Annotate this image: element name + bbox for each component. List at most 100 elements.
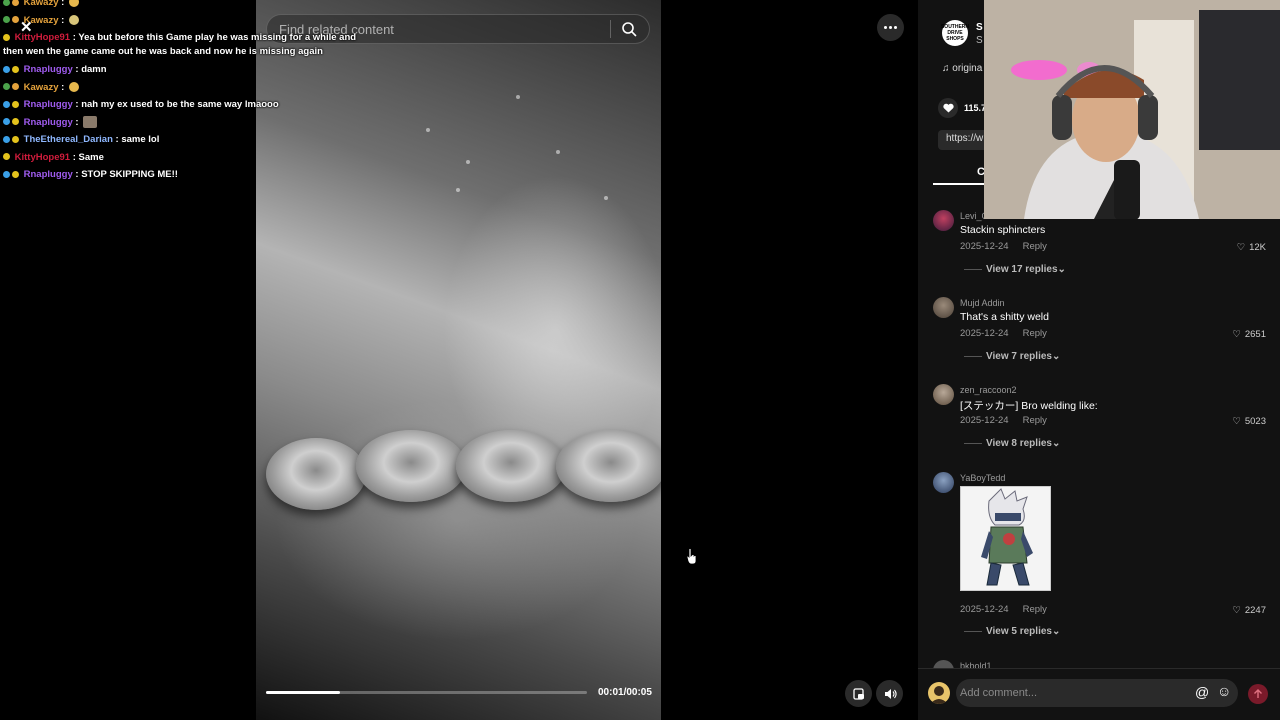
- chat-text: damn: [81, 64, 107, 75]
- like-count: 115.7: [964, 103, 987, 113]
- badge-icon: [12, 100, 19, 108]
- chat-username[interactable]: TheEthereal_Darian: [24, 134, 113, 145]
- streamer-webcam: [984, 0, 1280, 219]
- comment-meta: 2025-12-24 Reply: [960, 604, 1061, 615]
- weld-bead: [356, 430, 466, 502]
- pip-button[interactable]: [845, 680, 872, 707]
- reply-button[interactable]: Reply: [1023, 328, 1047, 339]
- reply-divider: [964, 269, 982, 270]
- chat-message: Kawazy :: [0, 79, 400, 97]
- badge-icon: [12, 118, 19, 126]
- volume-button[interactable]: [876, 680, 903, 707]
- progress-fill: [266, 691, 340, 694]
- video-speck: [516, 95, 520, 99]
- badge-icon: [12, 65, 19, 73]
- chat-message: Rnapluggy : nah my ex used to be the sam…: [0, 96, 400, 114]
- chat-username[interactable]: Rnapluggy: [24, 99, 73, 110]
- volume-icon: [884, 688, 897, 699]
- comment-date: 2025-12-24: [960, 604, 1009, 615]
- weld-bead: [456, 430, 566, 502]
- more-icon: [889, 26, 892, 29]
- author-name[interactable]: S: [976, 22, 983, 33]
- like-button[interactable]: 115.7: [938, 98, 986, 118]
- avatar[interactable]: [933, 297, 954, 318]
- chat-username[interactable]: Kawazy: [24, 0, 59, 8]
- reply-button[interactable]: Reply: [1023, 241, 1047, 252]
- author-avatar[interactable]: SOUTHERN DRIVE SHOPS: [941, 20, 969, 46]
- chevron-down-icon: ⌄: [1051, 351, 1061, 362]
- reply-divider: [964, 356, 982, 357]
- comment-like-count: 2247: [1244, 605, 1266, 616]
- timecode: 00:01/00:05: [598, 687, 652, 698]
- comment-input[interactable]: [960, 679, 1190, 707]
- more-icon: [883, 26, 887, 29]
- more-options-button[interactable]: [877, 14, 904, 41]
- comment-text: [ステッカー] Bro welding like:: [960, 400, 1098, 412]
- chat-separator: :: [72, 99, 79, 110]
- badge-icon: [3, 170, 10, 178]
- chat-text: nah my ex used to be the same way lmaooo: [81, 99, 279, 110]
- comment-username[interactable]: YaBoyTedd: [960, 473, 1005, 483]
- view-replies-button[interactable]: View 17 replies ⌄: [964, 264, 1066, 275]
- avatar[interactable]: [933, 210, 954, 231]
- music-link[interactable]: ♫ origina: [942, 63, 982, 74]
- heart-icon: [938, 98, 958, 118]
- cursor-icon: [686, 548, 697, 565]
- sticker-image[interactable]: [960, 486, 1051, 591]
- badge-icon: [12, 0, 19, 6]
- view-replies-button[interactable]: View 7 replies ⌄: [964, 351, 1060, 362]
- video-speck: [426, 128, 430, 132]
- comment-username[interactable]: Mujd Addin: [960, 298, 1005, 308]
- chevron-down-icon: ⌄: [1051, 626, 1061, 637]
- emote-icon: [68, 0, 79, 8]
- badge-icon: [12, 16, 19, 24]
- comment-like-button[interactable]: ♡ 5023: [1232, 416, 1266, 427]
- chat-message: TheEthereal_Darian : same lol: [0, 131, 400, 149]
- chat-separator: :: [70, 151, 76, 163]
- music-title: origina: [952, 63, 983, 74]
- chat-separator: :: [112, 134, 119, 145]
- badge-icon: [3, 16, 10, 24]
- chat-username[interactable]: KittyHope91: [15, 152, 70, 163]
- avatar[interactable]: [933, 472, 954, 493]
- comment-like-button[interactable]: ♡ 12K: [1237, 242, 1266, 253]
- chat-username[interactable]: Rnapluggy: [24, 64, 73, 75]
- chat-message: Rnapluggy : damn: [0, 61, 400, 79]
- emoji-icon[interactable]: ☺: [1217, 683, 1231, 699]
- video-stage: 00:01/00:05 Kawazy : Kawazy : KittyHope9…: [0, 0, 918, 720]
- pip-icon: [852, 687, 864, 700]
- current-user-avatar[interactable]: [928, 682, 950, 704]
- avatar[interactable]: [933, 384, 954, 405]
- heart-icon: ♡: [1232, 605, 1241, 616]
- comment-username[interactable]: zen_raccoon2: [960, 385, 1017, 395]
- comment-like-button[interactable]: ♡ 2651: [1232, 329, 1266, 340]
- close-icon[interactable]: ✕: [20, 18, 33, 36]
- comment-meta: 2025-12-24 Reply: [960, 415, 1061, 426]
- view-replies-button[interactable]: View 5 replies ⌄: [964, 626, 1060, 637]
- post-comment-button[interactable]: [1248, 684, 1268, 704]
- chat-username[interactable]: Rnapluggy: [24, 117, 73, 128]
- at-icon[interactable]: @: [1195, 684, 1209, 700]
- chat-separator: :: [58, 0, 65, 8]
- chat-username[interactable]: Rnapluggy: [24, 169, 73, 180]
- heart-icon: ♡: [1232, 329, 1241, 340]
- chat-separator: :: [70, 32, 76, 43]
- image-emote-icon: [83, 115, 98, 128]
- chat-username[interactable]: Kawazy: [24, 82, 59, 93]
- view-replies-label: View 8 replies: [986, 438, 1052, 449]
- search-icon[interactable]: [621, 21, 637, 37]
- progress-bar[interactable]: [266, 691, 587, 694]
- smile-emote-icon: [68, 81, 79, 92]
- reply-button[interactable]: Reply: [1023, 415, 1047, 426]
- reply-button[interactable]: Reply: [1023, 604, 1047, 615]
- comment-like-button[interactable]: ♡ 2247: [1232, 605, 1266, 616]
- chat-separator: :: [58, 81, 65, 93]
- lock-emote-icon: [68, 14, 79, 25]
- chat-text: Same: [78, 151, 104, 163]
- comment-date: 2025-12-24: [960, 241, 1009, 252]
- reply-divider: [964, 631, 982, 632]
- chat-separator: :: [72, 64, 79, 75]
- view-replies-button[interactable]: View 8 replies ⌄: [964, 438, 1060, 449]
- badge-icon: [3, 100, 10, 108]
- music-note-icon: ♫: [942, 63, 950, 74]
